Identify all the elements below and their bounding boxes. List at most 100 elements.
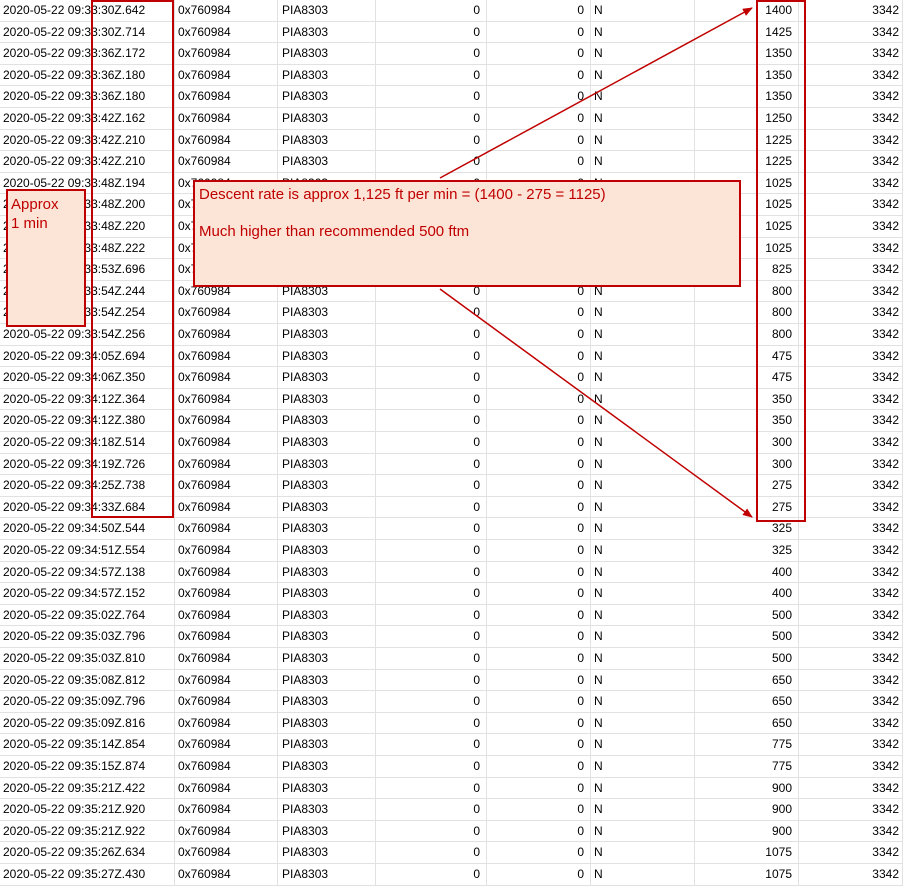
flag-cell[interactable]: N (591, 712, 695, 735)
value-b-cell[interactable]: 0 (487, 388, 591, 411)
value-b-cell[interactable]: 0 (487, 648, 591, 670)
callsign-cell[interactable]: PIA8303 (278, 540, 376, 562)
squawk-cell[interactable]: 3342 (799, 302, 903, 324)
flag-cell[interactable]: N (591, 86, 695, 108)
callsign-cell[interactable]: PIA8303 (278, 756, 376, 778)
value-b-cell[interactable]: 0 (487, 367, 591, 389)
value-b-cell[interactable]: 0 (487, 518, 591, 540)
squawk-cell[interactable]: 3342 (799, 129, 903, 152)
icao-cell[interactable]: 0x760984 (175, 496, 278, 519)
value-a-cell[interactable]: 0 (376, 367, 487, 389)
icao-cell[interactable]: 0x760984 (175, 561, 278, 584)
icao-cell[interactable]: 0x760984 (175, 540, 278, 562)
value-a-cell[interactable]: 0 (376, 345, 487, 368)
value-a-cell[interactable]: 0 (376, 432, 487, 454)
squawk-cell[interactable]: 3342 (799, 604, 903, 627)
timestamp-cell[interactable]: 2020-05-22 09:35:03Z.796 (0, 626, 175, 648)
timestamp-cell[interactable]: 2020-05-22 09:35:03Z.810 (0, 648, 175, 670)
squawk-cell[interactable]: 3342 (799, 691, 903, 713)
squawk-cell[interactable]: 3342 (799, 172, 903, 195)
value-a-cell[interactable]: 0 (376, 388, 487, 411)
callsign-cell[interactable]: PIA8303 (278, 691, 376, 713)
value-b-cell[interactable]: 0 (487, 756, 591, 778)
timestamp-cell[interactable]: 2020-05-22 09:34:50Z.544 (0, 518, 175, 540)
squawk-cell[interactable]: 3342 (799, 734, 903, 756)
value-a-cell[interactable]: 0 (376, 64, 487, 87)
icao-cell[interactable]: 0x760984 (175, 86, 278, 108)
flag-cell[interactable]: N (591, 151, 695, 173)
squawk-cell[interactable]: 3342 (799, 86, 903, 108)
timestamp-cell[interactable]: 2020-05-22 09:34:57Z.138 (0, 561, 175, 584)
flag-cell[interactable]: N (591, 453, 695, 476)
flag-cell[interactable]: N (591, 21, 695, 44)
value-a-cell[interactable]: 0 (376, 324, 487, 346)
flag-cell[interactable]: N (591, 691, 695, 713)
callsign-cell[interactable]: PIA8303 (278, 302, 376, 324)
icao-cell[interactable]: 0x760984 (175, 864, 278, 886)
flag-cell[interactable]: N (591, 799, 695, 821)
callsign-cell[interactable]: PIA8303 (278, 561, 376, 584)
icao-cell[interactable]: 0x760984 (175, 626, 278, 648)
value-a-cell[interactable]: 0 (376, 604, 487, 627)
value-b-cell[interactable]: 0 (487, 691, 591, 713)
value-a-cell[interactable]: 0 (376, 777, 487, 800)
callsign-cell[interactable]: PIA8303 (278, 86, 376, 108)
value-b-cell[interactable]: 0 (487, 108, 591, 130)
icao-cell[interactable]: 0x760984 (175, 64, 278, 87)
value-a-cell[interactable]: 0 (376, 691, 487, 713)
icao-cell[interactable]: 0x760984 (175, 432, 278, 454)
icao-cell[interactable]: 0x760984 (175, 108, 278, 130)
timestamp-cell[interactable]: 2020-05-22 09:35:02Z.764 (0, 604, 175, 627)
squawk-cell[interactable]: 3342 (799, 799, 903, 821)
flag-cell[interactable]: N (591, 864, 695, 886)
flag-cell[interactable]: N (591, 648, 695, 670)
flag-cell[interactable]: N (591, 432, 695, 454)
callsign-cell[interactable]: PIA8303 (278, 820, 376, 843)
squawk-cell[interactable]: 3342 (799, 0, 903, 22)
callsign-cell[interactable]: PIA8303 (278, 518, 376, 540)
value-a-cell[interactable]: 0 (376, 475, 487, 497)
callsign-cell[interactable]: PIA8303 (278, 864, 376, 886)
value-a-cell[interactable]: 0 (376, 151, 487, 173)
squawk-cell[interactable]: 3342 (799, 540, 903, 562)
altitude-cell[interactable]: 650 (695, 712, 799, 735)
altitude-cell[interactable]: 500 (695, 648, 799, 670)
value-b-cell[interactable]: 0 (487, 561, 591, 584)
icao-cell[interactable]: 0x760984 (175, 691, 278, 713)
squawk-cell[interactable]: 3342 (799, 432, 903, 454)
timestamp-cell[interactable]: 2020-05-22 09:35:21Z.422 (0, 777, 175, 800)
flag-cell[interactable]: N (591, 367, 695, 389)
value-a-cell[interactable]: 0 (376, 86, 487, 108)
icao-cell[interactable]: 0x760984 (175, 302, 278, 324)
icao-cell[interactable]: 0x760984 (175, 734, 278, 756)
callsign-cell[interactable]: PIA8303 (278, 583, 376, 605)
callsign-cell[interactable]: PIA8303 (278, 712, 376, 735)
value-b-cell[interactable]: 0 (487, 86, 591, 108)
squawk-cell[interactable]: 3342 (799, 475, 903, 497)
altitude-cell[interactable]: 775 (695, 734, 799, 756)
squawk-cell[interactable]: 3342 (799, 280, 903, 303)
value-a-cell[interactable]: 0 (376, 734, 487, 756)
value-a-cell[interactable]: 0 (376, 820, 487, 843)
callsign-cell[interactable]: PIA8303 (278, 475, 376, 497)
squawk-cell[interactable]: 3342 (799, 712, 903, 735)
value-a-cell[interactable]: 0 (376, 561, 487, 584)
icao-cell[interactable]: 0x760984 (175, 367, 278, 389)
callsign-cell[interactable]: PIA8303 (278, 0, 376, 22)
squawk-cell[interactable]: 3342 (799, 864, 903, 886)
value-a-cell[interactable]: 0 (376, 108, 487, 130)
altitude-cell[interactable]: 500 (695, 604, 799, 627)
icao-cell[interactable]: 0x760984 (175, 475, 278, 497)
callsign-cell[interactable]: PIA8303 (278, 324, 376, 346)
value-b-cell[interactable]: 0 (487, 864, 591, 886)
squawk-cell[interactable]: 3342 (799, 561, 903, 584)
altitude-cell[interactable]: 400 (695, 583, 799, 605)
squawk-cell[interactable]: 3342 (799, 43, 903, 65)
squawk-cell[interactable]: 3342 (799, 64, 903, 87)
icao-cell[interactable]: 0x760984 (175, 324, 278, 346)
value-a-cell[interactable]: 0 (376, 756, 487, 778)
callsign-cell[interactable]: PIA8303 (278, 129, 376, 152)
squawk-cell[interactable]: 3342 (799, 669, 903, 692)
value-b-cell[interactable]: 0 (487, 410, 591, 432)
flag-cell[interactable]: N (591, 777, 695, 800)
